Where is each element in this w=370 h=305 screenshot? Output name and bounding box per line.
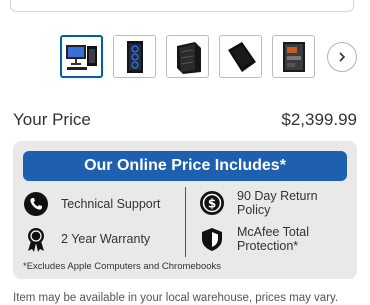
thumbnail-5[interactable] <box>272 35 315 78</box>
ribbon-icon <box>23 226 49 252</box>
feature-label: Technical Support <box>61 197 161 211</box>
product-page: Your Price $2,399.99 Our Online Price In… <box>0 0 370 305</box>
feature-label: 2 Year Warranty <box>61 232 151 246</box>
pc-setup-image <box>65 44 97 70</box>
includes-footnote: *Excludes Apple Computers and Chromebook… <box>23 261 222 272</box>
feature-label: 90 Day Return Policy <box>237 189 318 217</box>
availability-note: Item may be available in your local ware… <box>13 292 339 304</box>
price-label: Your Price <box>13 110 91 129</box>
shield-icon <box>199 226 225 252</box>
chevron-right-icon <box>339 51 346 62</box>
pc-case-interior-image <box>282 41 305 72</box>
thumbnail-2[interactable] <box>113 35 156 78</box>
feature-divider <box>185 187 186 257</box>
dollar-icon: $ <box>199 190 225 216</box>
feature-technical-support: Technical Support <box>23 191 160 217</box>
thumbnail-4[interactable] <box>219 35 262 78</box>
feature-warranty: 2 Year Warranty <box>23 226 150 252</box>
price-includes-card: Our Online Price Includes* Technical Sup… <box>13 141 357 279</box>
thumbnail-1[interactable] <box>60 35 103 78</box>
pc-case-side-image <box>227 41 256 72</box>
feature-label: McAfee Total Protection* <box>237 225 310 253</box>
phone-icon <box>23 191 49 217</box>
thumbnail-3[interactable] <box>166 35 209 78</box>
pc-case-angle-image <box>176 41 201 74</box>
image-gallery-thumbnails <box>60 35 357 78</box>
includes-banner: Our Online Price Includes* <box>23 151 347 181</box>
price-row: Your Price $2,399.99 <box>13 110 357 130</box>
pc-case-front-image <box>126 40 143 73</box>
price-value: $2,399.99 <box>281 110 357 129</box>
top-panel <box>10 0 354 12</box>
svg-text:$: $ <box>208 197 216 211</box>
feature-return-policy: $ 90 Day Return Policy <box>199 189 337 217</box>
next-image-button[interactable] <box>327 41 357 72</box>
feature-mcafee: McAfee Total Protection* <box>199 225 337 253</box>
